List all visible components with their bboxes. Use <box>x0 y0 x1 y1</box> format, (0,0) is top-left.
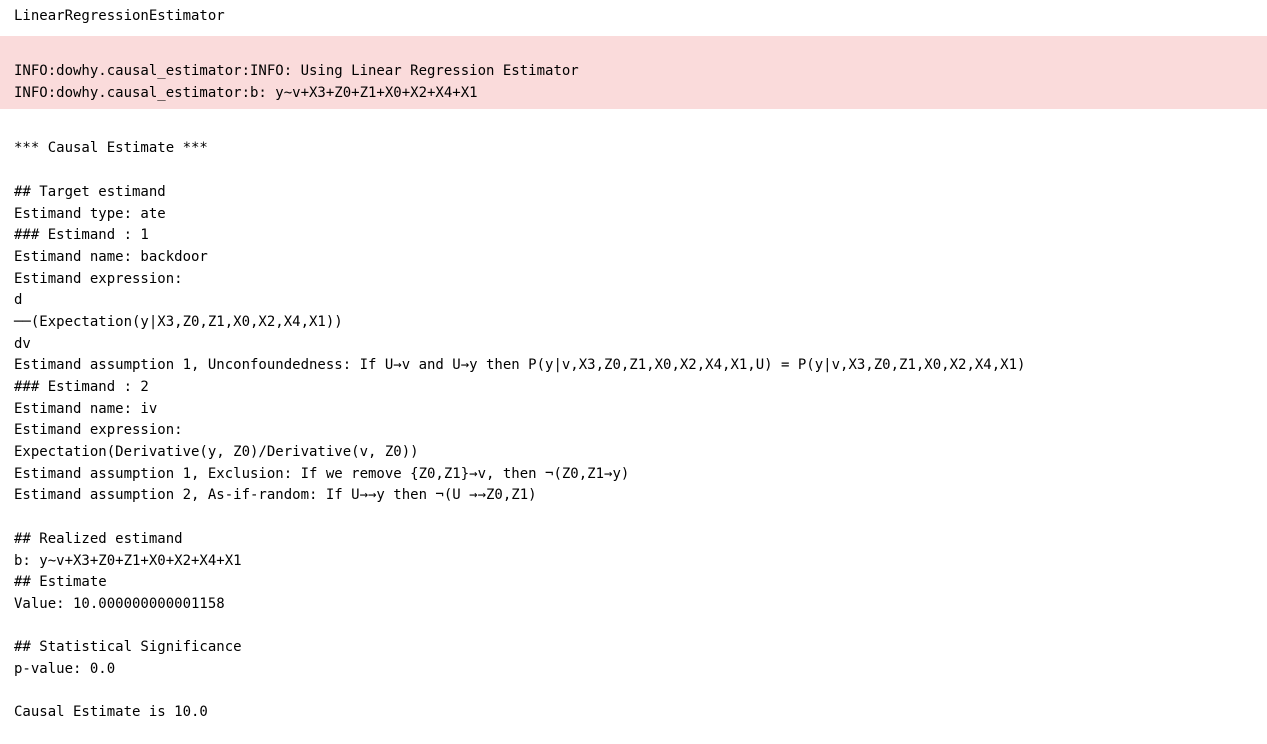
statistical-significance-header: ## Statistical Significance <box>14 639 242 655</box>
estimand2-header: ### Estimand : 2 <box>14 379 149 395</box>
estimand1-expression-label: Estimand expression: <box>14 271 183 287</box>
estimand2-assumption1: Estimand assumption 1, Exclusion: If we … <box>14 466 629 482</box>
estimand1-name: Estimand name: backdoor <box>14 249 208 265</box>
estimand2-expression: Expectation(Derivative(y, Z0)/Derivative… <box>14 444 419 460</box>
estimate-value: Value: 10.000000000001158 <box>14 596 225 612</box>
causal-estimate-final: Causal Estimate is 10.0 <box>14 704 208 720</box>
estimand1-header: ### Estimand : 1 <box>14 227 149 243</box>
info-line-1: INFO:dowhy.causal_estimator:INFO: Using … <box>14 63 579 79</box>
estimand-type: Estimand type: ate <box>14 206 166 222</box>
causal-estimate-title: *** Causal Estimate *** <box>14 140 208 156</box>
realized-estimand-expr: b: y~v+X3+Z0+Z1+X0+X2+X4+X1 <box>14 553 242 569</box>
estimand1-expression-mid: ──(Expectation(y|X3,Z0,Z1,X0,X2,X4,X1)) <box>14 314 343 330</box>
estimand2-name: Estimand name: iv <box>14 401 157 417</box>
estimator-header: LinearRegressionEstimator <box>0 6 1267 28</box>
estimand2-assumption2: Estimand assumption 2, As-if-random: If … <box>14 487 537 503</box>
estimand1-assumption: Estimand assumption 1, Unconfoundedness:… <box>14 357 1025 373</box>
estimand1-expression-bot: dv <box>14 336 31 352</box>
realized-estimand-header: ## Realized estimand <box>14 531 183 547</box>
estimand2-expression-label: Estimand expression: <box>14 422 183 438</box>
target-estimand-header: ## Target estimand <box>14 184 166 200</box>
estimate-header: ## Estimate <box>14 574 107 590</box>
estimand1-expression-top: d <box>14 292 22 308</box>
p-value: p-value: 0.0 <box>14 661 115 677</box>
info-log-block: INFO:dowhy.causal_estimator:INFO: Using … <box>0 36 1267 109</box>
info-line-2: INFO:dowhy.causal_estimator:b: y~v+X3+Z0… <box>14 85 478 101</box>
output-block: *** Causal Estimate *** ## Target estima… <box>0 117 1267 724</box>
